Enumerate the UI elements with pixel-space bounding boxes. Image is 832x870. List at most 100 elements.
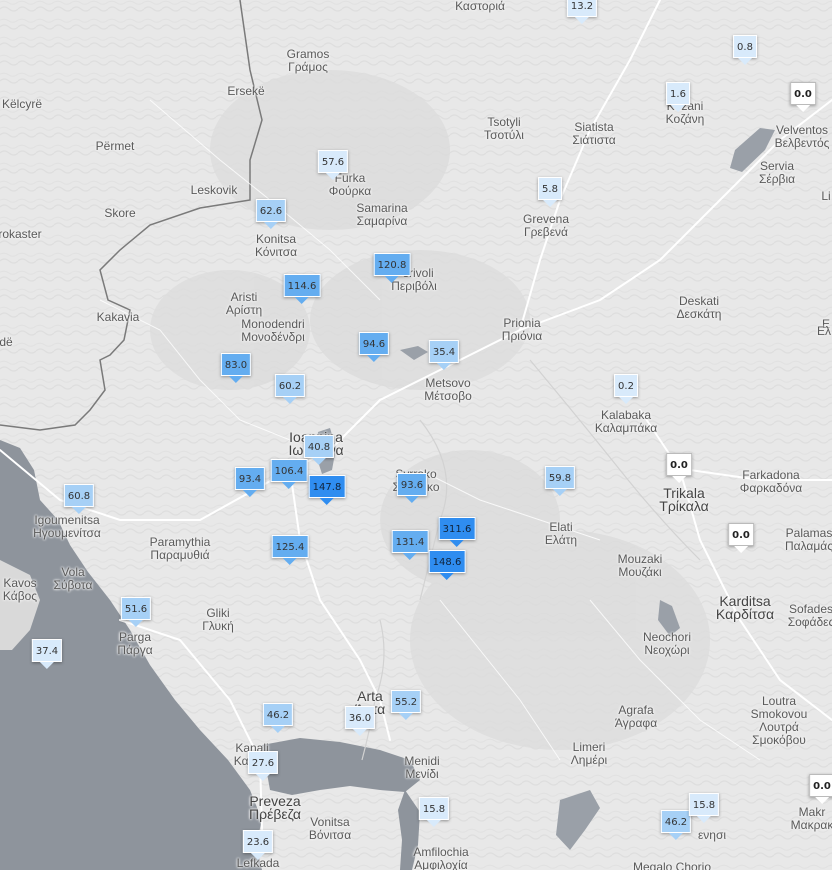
rain-marker[interactable]: 57.6 [317,150,349,180]
place-label-konitsa: Konitsa Κόνιτσα [255,233,297,259]
place-label-servia: Servia Σέρβια [759,160,795,186]
rain-marker[interactable]: 35.4 [428,340,460,370]
rain-marker[interactable]: 5.8 [538,177,562,207]
place-label-monodendri: Monodendri Μονοδένδρι [241,318,305,344]
place-label-farkadona: Farkadona Φαρκαδόνα [740,469,802,495]
rain-marker[interactable]: 147.8 [308,475,346,505]
place-name-line: Άγραφα [614,716,658,730]
rain-value: 0.0 [728,523,754,546]
rain-marker[interactable]: 0.8 [733,35,757,65]
rain-value: 93.4 [234,467,266,490]
place-name-line: Ηγουμενίτσα [33,526,101,540]
marker-pointer [436,363,451,370]
place-label-metsovo: Metsovo Μέτσοβο [424,377,472,403]
place-label-tsotyli: Tsotyli Τσοτύλι [484,116,524,142]
place-name-line: Αμφιλοχία [414,858,468,870]
rain-marker[interactable]: 37.4 [31,639,63,669]
rain-marker[interactable]: 60.2 [274,374,306,404]
place-name-line: Μουζάκι [618,565,662,579]
rainfall-map[interactable]: Gramos Γράμος Ersekë Këlcyrë Përmet Leskovik S… [0,0,832,870]
rain-marker[interactable]: 51.6 [120,597,152,627]
rain-marker[interactable]: 93.4 [234,467,266,497]
rain-marker[interactable]: 15.8 [688,793,720,823]
rain-value: 13.2 [566,0,598,17]
place-name-line: Μακρακ [790,818,832,832]
rain-marker[interactable]: 120.8 [373,253,411,283]
rain-value: 51.6 [120,597,152,620]
rain-marker[interactable]: 62.6 [255,199,287,229]
place-name-line: Σοφάδες [787,615,832,629]
rain-value: 0.0 [809,774,832,797]
rain-value: 15.8 [688,793,720,816]
rain-marker[interactable]: 59.8 [544,466,576,496]
rain-marker[interactable]: 125.4 [271,535,309,565]
place-name-line: Σμοκόβου [752,733,806,747]
marker-pointer [734,546,748,553]
rain-marker[interactable]: 94.6 [358,332,390,362]
place-label-paramythia: Paramythia Παραμυθιά [150,536,211,562]
place-label-igoumenitsa: Igoumenitsa Ηγουμενίτσα [33,514,101,540]
place-name-line: Καλαμπάκα [594,421,658,435]
rain-marker[interactable]: 36.0 [344,706,376,736]
rain-marker[interactable]: 311.6 [438,517,476,547]
marker-pointer [228,376,243,383]
place-label-mouzaki: Mouzaki Μουζάκι [618,553,663,579]
marker-pointer [449,540,464,547]
rain-marker[interactable]: 131.4 [391,530,429,560]
marker-pointer [250,853,265,860]
marker-pointer [325,173,340,180]
rain-value: 93.6 [396,473,428,496]
place-name-line: ενησι [697,828,727,842]
rain-marker[interactable]: 15.8 [418,797,450,827]
rain-marker[interactable]: 0.0 [790,82,816,112]
rain-marker[interactable]: 83.0 [220,353,252,383]
place-label-de: dë [0,336,13,349]
marker-pointer [319,498,334,505]
rain-marker[interactable]: 40.8 [303,435,335,465]
rain-marker[interactable]: 0.0 [728,523,754,553]
place-name-line: Κοζάνη [665,112,705,126]
rain-marker[interactable]: 1.6 [666,82,690,112]
rain-marker[interactable]: 46.2 [262,703,294,733]
rain-value: 114.6 [283,274,321,297]
rain-marker[interactable]: 106.4 [270,459,308,489]
place-label-vola: Vola Σύβοτα [54,566,93,592]
rain-value: 83.0 [220,353,252,376]
place-name-line: Κόνιτσα [254,245,298,259]
place-label-kakavia: Kakavia [97,311,140,324]
rain-marker[interactable]: 114.6 [283,274,321,304]
rain-marker[interactable]: 148.6 [428,550,466,580]
rain-marker[interactable]: 60.8 [63,484,95,514]
marker-pointer [439,573,454,580]
rain-value: 37.4 [31,639,63,662]
place-name-line: Ersekë [227,84,265,98]
rain-marker[interactable]: 23.6 [242,830,274,860]
rain-marker[interactable]: 46.2 [660,810,692,840]
rain-marker[interactable]: 0.2 [614,374,638,404]
rain-marker[interactable]: 93.6 [396,473,428,503]
place-name-line: Kakavia [96,310,140,324]
place-name-line: Καστοριά [455,0,505,13]
rain-value: 131.4 [391,530,429,553]
place-label-siatista: Siatista Σιάτιστα [572,121,615,147]
place-label-sofades: Sofades Σοφάδες [788,603,832,629]
place-label-amfilochia: Amfilochia Αμφιλοχία [413,846,468,870]
place-name-line: Κάβος [2,589,38,603]
marker-pointer [738,58,752,65]
rain-value: 94.6 [358,332,390,355]
rain-marker[interactable]: 0.0 [666,453,692,483]
place-label-karditsa: Karditsa Καρδίτσα [716,594,774,621]
place-label-skore: Skore [104,207,135,220]
marker-pointer [398,713,413,720]
rain-marker[interactable]: 27.6 [247,751,279,781]
place-name-line: Αρίστη [225,303,263,317]
marker-pointer [672,476,686,483]
marker-pointer [668,833,683,840]
marker-pointer [404,496,419,503]
place-label-makrakomi: Makr Μακρακ [791,806,832,832]
rain-marker[interactable]: 55.2 [390,690,422,720]
marker-pointer [402,553,417,560]
rain-marker[interactable]: 13.2 [566,0,598,24]
place-name-line: rokaster [0,227,42,241]
rain-marker[interactable]: 0.0 [809,774,832,804]
